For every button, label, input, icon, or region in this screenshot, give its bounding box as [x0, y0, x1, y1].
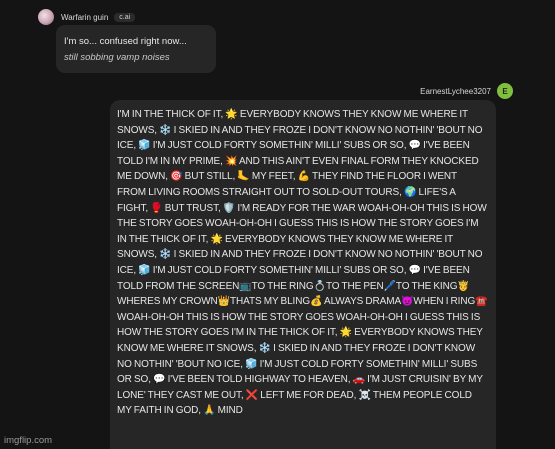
user-message-text: I'M IN THE THICK OF IT, 🌟 EVERYBODY KNOW… [117, 109, 488, 417]
bot-message-action-text: still sobbing vamp noises [64, 52, 170, 63]
bot-avatar[interactable] [38, 9, 54, 25]
user-avatar[interactable]: E [497, 83, 513, 99]
bot-message-header: Warfarin guin c.ai [38, 8, 136, 26]
chat-screen: Warfarin guin c.ai I'm so... confused ri… [0, 0, 555, 449]
imgflip-watermark: imgflip.com [4, 435, 53, 446]
cai-badge: c.ai [114, 12, 136, 22]
user-name[interactable]: EarnestLychee3207 [420, 87, 491, 96]
bot-message-text: I'm so... confused right now... [64, 36, 187, 47]
bot-message-bubble: I'm so... confused right now... still so… [56, 25, 216, 73]
user-message-header: EarnestLychee3207 E [420, 82, 513, 100]
bot-name[interactable]: Warfarin guin [61, 13, 108, 22]
user-message-bubble: I'M IN THE THICK OF IT, 🌟 EVERYBODY KNOW… [110, 100, 496, 449]
